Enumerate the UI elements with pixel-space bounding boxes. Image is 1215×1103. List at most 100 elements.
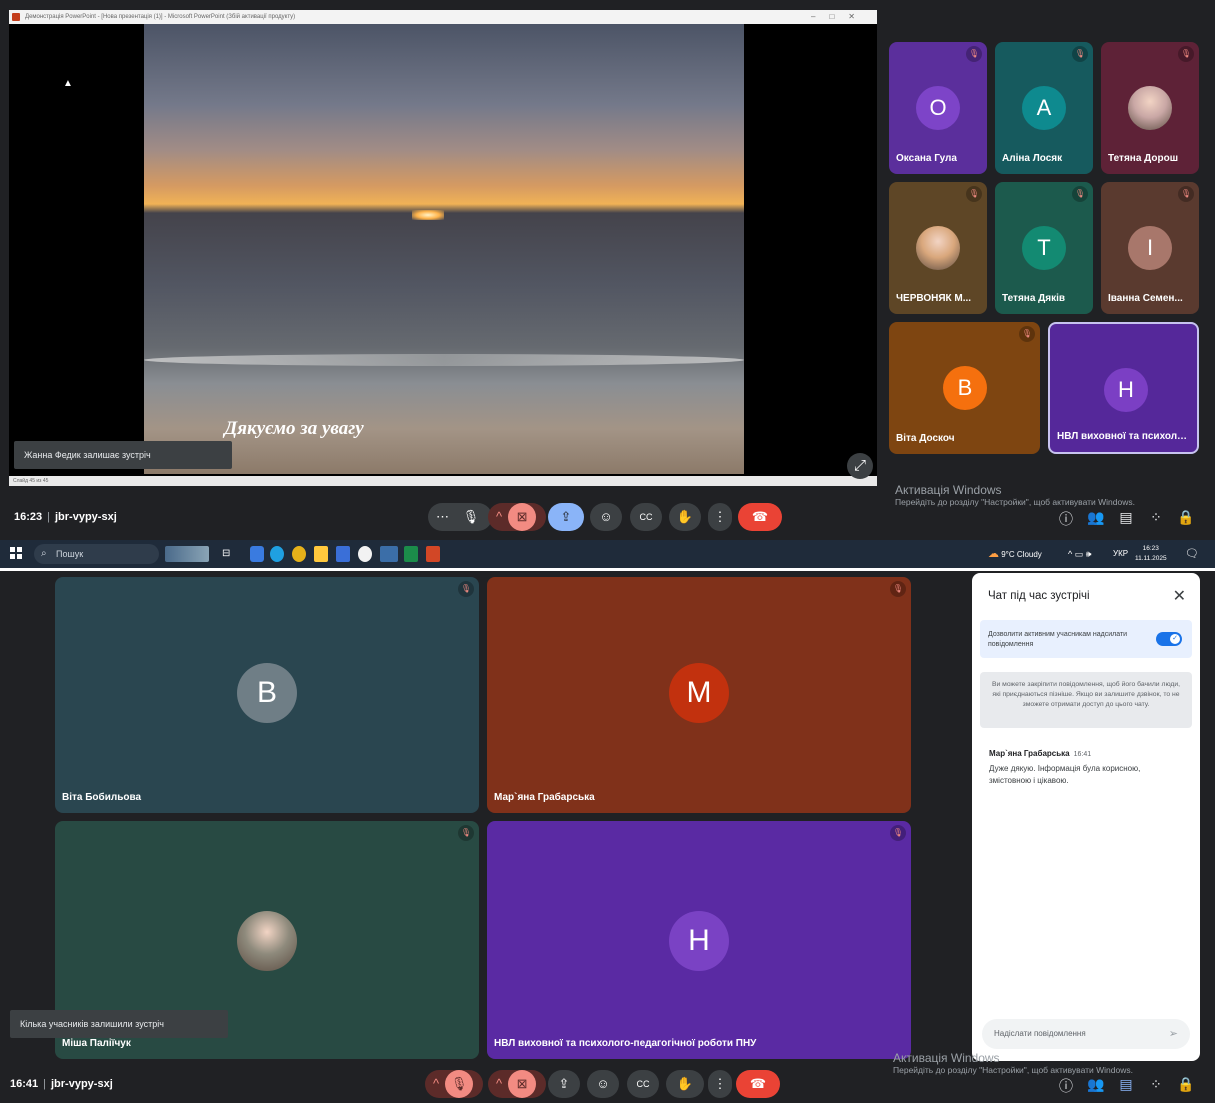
- participant-name: НВЛ виховної та психоло...: [1057, 431, 1191, 442]
- meeting-time: 16:41: [10, 1078, 39, 1090]
- participant-tile[interactable]: А 🎙 Аліна Лосяк: [995, 42, 1093, 174]
- present-button[interactable]: ⇪: [548, 503, 584, 531]
- mic-muted-icon: 🎙: [966, 46, 982, 62]
- mic-muted-icon: 🎙: [1072, 186, 1088, 202]
- sea-foam: [144, 354, 744, 366]
- people-icon[interactable]: 👥: [1085, 509, 1107, 526]
- participant-name: Віта Бобильова: [62, 792, 142, 803]
- copilot-icon[interactable]: [250, 546, 264, 562]
- notifications-icon[interactable]: 🗨: [1185, 540, 1199, 568]
- pin-message-info: Ви можете закріпити повідомлення, щоб йо…: [980, 672, 1192, 728]
- chat-message-author: Мар`яна Грабарська: [989, 749, 1070, 758]
- slide-caption: Дякуємо за увагу: [224, 418, 364, 439]
- taskbar-search[interactable]: ⌕ Пошук: [34, 544, 159, 564]
- close-icon[interactable]: ✕: [1173, 586, 1186, 606]
- chat-message-text: Дуже дякую. Інформація була корисною, зм…: [989, 764, 1141, 785]
- participant-tile[interactable]: 🎙 Тетяна Дорош: [1101, 42, 1199, 174]
- excel-icon[interactable]: [404, 546, 418, 562]
- participant-left-toast: Жанна Федик залишає зустріч: [14, 441, 232, 469]
- powerpoint-app-icon: [12, 13, 20, 21]
- raise-hand-button[interactable]: ✋: [669, 503, 701, 531]
- participant-avatar: О: [916, 86, 960, 130]
- chat-icon[interactable]: ▤: [1115, 509, 1137, 526]
- chat-permission-label: Дозволити активним учасникам надсилати п…: [988, 631, 1128, 648]
- participant-avatar: В: [943, 366, 987, 410]
- chat-message-time: 16:41: [1073, 751, 1092, 758]
- window-controls[interactable]: –□✕: [811, 10, 869, 24]
- present-button[interactable]: ⇪: [548, 1070, 580, 1098]
- participant-name: Аліна Лосяк: [1002, 153, 1063, 164]
- participant-photo-avatar: [916, 226, 960, 270]
- people-icon[interactable]: 👥: [1085, 1076, 1107, 1093]
- powerpoint-title: Демонстрація PowerPoint - [Нова презента…: [25, 14, 296, 20]
- host-controls-icon[interactable]: 🔒: [1175, 509, 1197, 526]
- activities-icon[interactable]: ⁘: [1145, 1076, 1167, 1093]
- leave-call-button[interactable]: ☎: [738, 503, 782, 531]
- participant-avatar: Т: [1022, 226, 1066, 270]
- task-view-icon[interactable]: ⊟: [222, 548, 234, 564]
- taskbar-clock[interactable]: 16:23 11.11.2025: [1135, 544, 1167, 564]
- language-indicator[interactable]: УКР: [1113, 540, 1128, 568]
- meet-screenshot-presentation: Демонстрація PowerPoint - [Нова презента…: [0, 0, 1215, 568]
- participant-name: Іванна Семен...: [1108, 293, 1183, 304]
- activities-icon[interactable]: ⁘: [1145, 509, 1167, 526]
- powerpoint-icon[interactable]: [426, 546, 440, 562]
- meet-control-bar: 16:41 | jbr-vypy-sxj ^ 🎙 ^ ⊠ ⇪ ☺ CC ✋ ⋮ ☎ ⓘ …: [0, 1065, 1215, 1103]
- mic-button[interactable]: ⋯ 🎙: [428, 503, 492, 531]
- participant-tile[interactable]: 🎙 ЧЕРВОНЯК М...: [889, 182, 987, 314]
- mic-muted-icon: 🎙: [1178, 46, 1194, 62]
- chat-icon[interactable]: ▤: [1115, 1076, 1137, 1093]
- participant-tile[interactable]: В 🎙 Віта Бобильова: [55, 577, 479, 813]
- participant-tile[interactable]: О 🎙 Оксана Гула: [889, 42, 987, 174]
- app-icon[interactable]: [358, 546, 372, 562]
- participant-tile[interactable]: Т 🎙 Тетяна Дяків: [995, 182, 1093, 314]
- send-icon[interactable]: ➢: [1169, 1019, 1178, 1049]
- participant-tile[interactable]: І 🎙 Іванна Семен...: [1101, 182, 1199, 314]
- mic-muted-icon: 🎙: [458, 825, 474, 841]
- chat-permission-toggle[interactable]: ✓: [1156, 632, 1182, 646]
- chat-message-header: Мар`яна Грабарська 16:41: [989, 749, 1091, 758]
- expand-icon[interactable]: ⤢: [847, 453, 873, 479]
- participant-tile[interactable]: М 🎙 Мар`яна Грабарська: [487, 577, 911, 813]
- powerpoint-status-bar: Слайд 45 из 45: [9, 476, 877, 486]
- system-tray-icons[interactable]: ^ ▭ 🕪: [1068, 540, 1091, 568]
- file-explorer-icon[interactable]: [314, 546, 328, 562]
- participant-name: НВЛ виховної та психолого-педагогічної р…: [494, 1038, 757, 1049]
- meeting-details-icon[interactable]: ⓘ: [1055, 1076, 1077, 1096]
- raise-hand-button[interactable]: ✋: [666, 1070, 704, 1098]
- leave-call-button[interactable]: ☎: [736, 1070, 780, 1098]
- more-options-button[interactable]: ⋮: [708, 1070, 732, 1098]
- chrome-profile-icon[interactable]: [380, 546, 398, 562]
- participant-avatar: Н: [669, 911, 729, 971]
- slide-sunset-image: [144, 24, 744, 474]
- participant-tile[interactable]: В 🎙 Віта Доскоч: [889, 322, 1040, 454]
- camera-button[interactable]: ^ ⊠: [488, 503, 546, 531]
- participants-left-toast: Кілька учасників залишили зустріч: [10, 1010, 228, 1038]
- more-options-button[interactable]: ⋮: [708, 503, 732, 531]
- weather-widget[interactable]: ☁ 9°C Cloudy: [988, 540, 1042, 568]
- powerpoint-title-bar: Демонстрація PowerPoint - [Нова презента…: [9, 10, 877, 24]
- participant-name: Мар`яна Грабарська: [494, 792, 595, 803]
- participant-tile[interactable]: Н 🎙 НВЛ виховної та психолого-педагогічної…: [487, 821, 911, 1059]
- participant-name: Тетяна Дяків: [1002, 293, 1066, 304]
- teams-icon[interactable]: [336, 546, 350, 562]
- mic-button[interactable]: ^ 🎙: [425, 1070, 483, 1098]
- participant-tile[interactable]: Н НВЛ виховної та психоло...: [1048, 322, 1199, 454]
- edge-icon[interactable]: [270, 546, 284, 562]
- emoji-button[interactable]: ☺: [590, 503, 622, 531]
- mic-muted-icon: 🎙: [458, 581, 474, 597]
- captions-button[interactable]: CC: [630, 503, 662, 531]
- meeting-details-icon[interactable]: ⓘ: [1055, 509, 1077, 529]
- news-widget-icon[interactable]: [165, 546, 209, 562]
- chrome-icon[interactable]: [292, 546, 306, 562]
- participant-name: Оксана Гула: [896, 153, 957, 164]
- emoji-button[interactable]: ☺: [587, 1070, 619, 1098]
- chat-message-input[interactable]: Надіслати повідомлення ➢: [982, 1019, 1190, 1049]
- captions-button[interactable]: CC: [627, 1070, 659, 1098]
- host-controls-icon[interactable]: 🔒: [1175, 1076, 1197, 1093]
- participant-name: Міша Паліїчук: [62, 1038, 131, 1049]
- meet-control-bar: 16:23 | jbr-vypy-sxj ⋯ 🎙 ^ ⊠ ⇪ ☺ CC ✋ ⋮ ☎ ⓘ…: [0, 498, 1215, 538]
- camera-button[interactable]: ^ ⊠: [488, 1070, 546, 1098]
- windows-start-icon[interactable]: [10, 547, 22, 559]
- participant-name: ЧЕРВОНЯК М...: [896, 293, 972, 304]
